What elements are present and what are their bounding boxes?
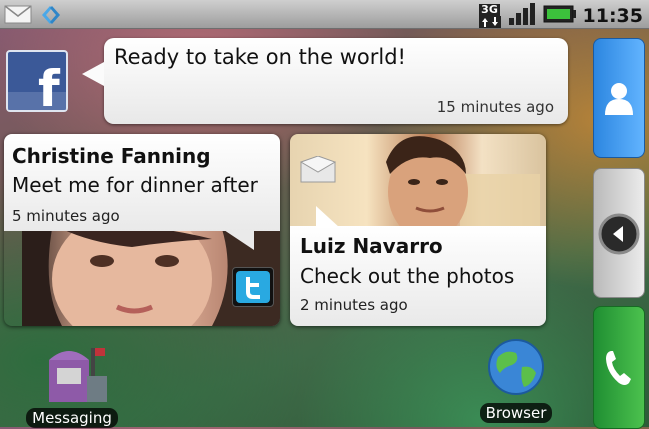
email-icon — [299, 155, 337, 188]
clock: 11:35 — [582, 5, 643, 27]
contacts-button[interactable] — [593, 38, 645, 158]
twitter-update-card[interactable]: Christine Fanning Meet me for dinner aft… — [4, 134, 280, 326]
browser-app[interactable]: Browser — [474, 337, 558, 423]
message-timestamp: 5 minutes ago — [12, 207, 120, 225]
mailbox-icon — [26, 342, 118, 406]
message-text: Check out the photos — [300, 264, 515, 288]
signal-icon — [507, 2, 537, 30]
messaging-app-label: Messaging — [26, 408, 118, 428]
battery-icon — [543, 4, 577, 28]
contact-name: Christine Fanning — [12, 144, 211, 168]
globe-icon — [474, 337, 558, 401]
twitter-icon — [232, 267, 274, 307]
facebook-status-bubble[interactable]: Ready to take on the world! 15 minutes a… — [82, 38, 568, 124]
bubble-tail — [82, 62, 104, 86]
phone-icon — [605, 349, 633, 391]
contacts-icon — [603, 81, 635, 119]
twitter-message-bubble: Christine Fanning Meet me for dinner aft… — [4, 134, 280, 231]
message-bubble: Luiz Navarro Check out the photos 2 minu… — [290, 226, 546, 326]
email-icon — [4, 3, 32, 31]
browser-app-label: Browser — [479, 403, 553, 423]
facebook-status-timestamp: 15 minutes ago — [436, 98, 554, 116]
network-type-badge: 3G — [478, 3, 501, 28]
message-timestamp: 2 minutes ago — [300, 296, 408, 314]
message-text: Meet me for dinner after — [12, 173, 258, 197]
back-button[interactable] — [593, 168, 645, 298]
bubble-tail — [316, 206, 340, 228]
network-type-label: 3G — [479, 3, 500, 16]
status-bar: 3G 11:35 — [0, 0, 649, 29]
messaging-app[interactable]: Messaging — [26, 342, 118, 428]
facebook-logo-letter: f — [38, 60, 61, 110]
phone-button[interactable] — [593, 306, 645, 429]
facebook-icon[interactable]: f — [6, 50, 68, 118]
sync-icon — [38, 3, 64, 31]
facebook-status-text: Ready to take on the world! — [114, 45, 406, 69]
bubble-tail — [224, 230, 254, 250]
contact-name: Luiz Navarro — [300, 234, 443, 258]
back-arrow-icon — [598, 213, 640, 259]
message-update-card[interactable]: Luiz Navarro Check out the photos 2 minu… — [290, 134, 546, 326]
